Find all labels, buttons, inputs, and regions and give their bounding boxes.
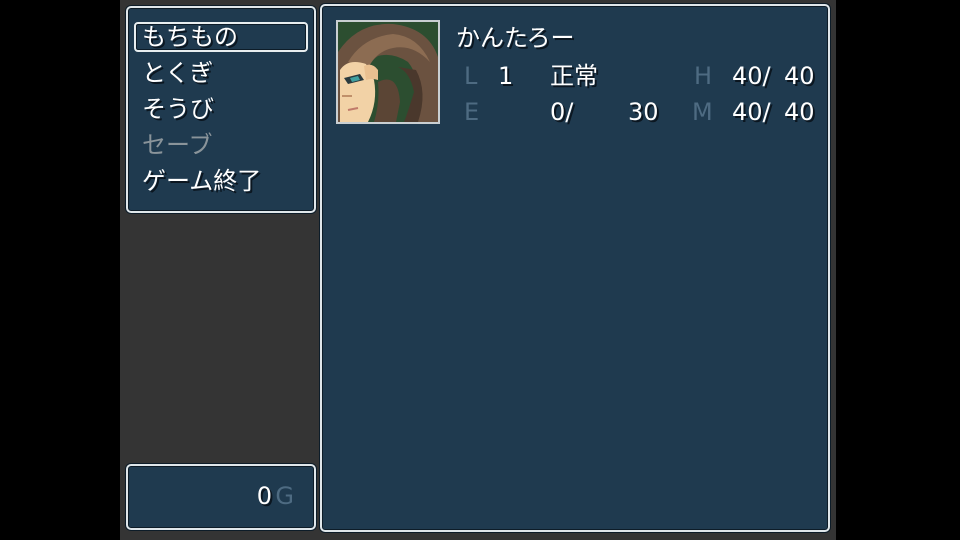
level-value: 1 bbox=[498, 62, 514, 90]
face-portrait-icon bbox=[338, 22, 438, 122]
level-label: L bbox=[464, 62, 478, 90]
exp-label: E bbox=[464, 98, 480, 126]
exp-next: 30 bbox=[628, 98, 659, 126]
gold-unit: G bbox=[275, 482, 294, 510]
mp-label: M bbox=[692, 98, 713, 126]
menu-item-equip[interactable]: そうび bbox=[142, 94, 302, 124]
mp-current: 40/ bbox=[732, 98, 771, 126]
mp-max: 40 bbox=[784, 98, 815, 126]
hp-current: 40/ bbox=[732, 62, 771, 90]
exp-current: 0/ bbox=[550, 98, 574, 126]
command-menu-window: もちもの とくぎ そうび セーブ ゲーム終了 bbox=[126, 6, 316, 213]
hp-label: H bbox=[694, 62, 713, 90]
gold-amount: 0 bbox=[256, 482, 272, 510]
actor-face-portrait bbox=[336, 20, 440, 124]
gold-window: 0 G bbox=[126, 464, 316, 530]
menu-item-quit-game[interactable]: ゲーム終了 bbox=[142, 166, 302, 196]
game-screen: もちもの とくぎ そうび セーブ ゲーム終了 0 G かんたろー L 1 正常 … bbox=[120, 0, 836, 540]
menu-item-items[interactable]: もちもの bbox=[142, 22, 302, 52]
party-status-window[interactable]: かんたろー L 1 正常 H 40/ 40 E 0/ 30 M 40/ 40 bbox=[320, 4, 830, 532]
actor-state: 正常 bbox=[550, 62, 598, 90]
hp-max: 40 bbox=[784, 62, 815, 90]
menu-item-save: セーブ bbox=[142, 131, 213, 159]
menu-item-skills[interactable]: とくぎ bbox=[142, 58, 302, 88]
actor-name: かんたろー bbox=[456, 24, 575, 52]
